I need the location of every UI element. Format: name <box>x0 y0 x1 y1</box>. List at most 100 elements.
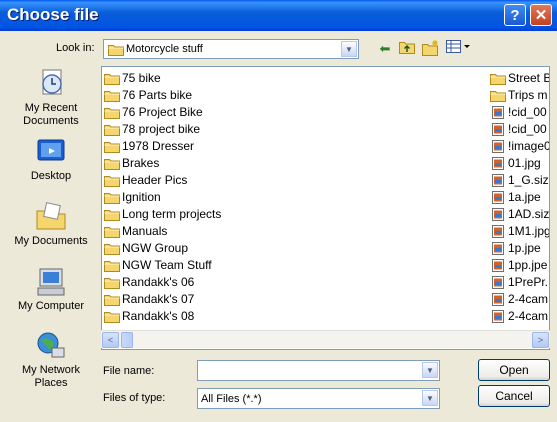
folder-icon <box>104 293 120 306</box>
list-item[interactable]: 1PrePr. <box>490 274 549 291</box>
new-folder-icon[interactable] <box>422 40 440 58</box>
list-item[interactable]: 76 Project Bike <box>104 104 484 121</box>
image-file-icon <box>490 191 506 204</box>
back-arrow-icon[interactable]: ⬅ <box>376 40 394 58</box>
folder-icon <box>104 208 120 221</box>
folder-icon <box>104 242 120 255</box>
image-file-icon <box>490 225 506 238</box>
list-item[interactable]: Randakk's 06 <box>104 274 484 291</box>
chevron-down-icon[interactable]: ▼ <box>422 362 438 378</box>
open-button[interactable]: Open <box>478 359 550 381</box>
folder-icon <box>104 72 120 85</box>
place-desktop[interactable]: Desktop <box>6 136 96 183</box>
title-bar[interactable]: Choose file ? ✕ <box>0 0 557 31</box>
folder-icon <box>104 123 120 136</box>
list-item[interactable]: Header Pics <box>104 172 484 189</box>
file-list-column: Street B Trips m !cid_00 !cid_00 !image0… <box>490 70 549 325</box>
view-menu-icon[interactable] <box>446 40 472 58</box>
scroll-thumb[interactable] <box>121 332 133 348</box>
list-item[interactable]: Ignition <box>104 189 484 206</box>
folder-icon <box>490 72 506 85</box>
image-file-icon <box>490 259 506 272</box>
place-my-computer[interactable]: My Computer <box>6 266 96 313</box>
chevron-down-icon[interactable]: ▼ <box>422 390 438 406</box>
folder-icon <box>104 225 120 238</box>
my-documents-icon <box>36 202 66 230</box>
list-item[interactable]: Trips m <box>490 87 549 104</box>
place-label: Desktop <box>30 170 72 182</box>
horizontal-scrollbar[interactable]: < > <box>101 330 550 348</box>
list-item[interactable]: 1M1.jpg <box>490 223 549 240</box>
folder-icon <box>104 174 120 187</box>
folder-icon <box>104 157 120 170</box>
desktop-icon <box>37 139 65 161</box>
scroll-right-button[interactable]: > <box>532 332 549 348</box>
place-label: My Network Places <box>21 364 81 389</box>
cancel-button[interactable]: Cancel <box>478 385 550 407</box>
place-my-documents[interactable]: My Documents <box>6 201 96 248</box>
list-item[interactable]: 2-4cam <box>490 308 549 325</box>
list-item[interactable]: 1pp.jpe <box>490 257 549 274</box>
list-item[interactable]: 76 Parts bike <box>104 87 484 104</box>
list-item[interactable]: !image0 <box>490 138 549 155</box>
folder-icon <box>104 276 120 289</box>
place-label: My Computer <box>17 300 85 312</box>
list-item[interactable]: 1a.jpe <box>490 189 549 206</box>
image-file-icon <box>490 293 506 306</box>
file-name-label: File name: <box>103 365 155 377</box>
list-item[interactable]: Street B <box>490 70 549 87</box>
look-in-value: Motorcycle stuff <box>126 43 203 55</box>
list-item[interactable]: Long term projects <box>104 206 484 223</box>
places-bar: My Recent Documents Desktop My Documents… <box>6 64 96 404</box>
list-item[interactable]: !cid_00 <box>490 104 549 121</box>
image-file-icon <box>490 276 506 289</box>
list-item[interactable]: 01.jpg <box>490 155 549 172</box>
image-file-icon <box>490 140 506 153</box>
list-item[interactable]: !cid_00 <box>490 121 549 138</box>
list-item[interactable]: 78 project bike <box>104 121 484 138</box>
list-item[interactable]: 1_G.size <box>490 172 549 189</box>
place-label: My Recent Documents <box>23 102 79 127</box>
list-item[interactable]: 1978 Dresser <box>104 138 484 155</box>
list-item[interactable]: Manuals <box>104 223 484 240</box>
list-item[interactable]: Brakes <box>104 155 484 172</box>
chevron-down-icon[interactable]: ▼ <box>341 41 357 57</box>
folder-icon <box>104 106 120 119</box>
image-file-icon <box>490 123 506 136</box>
place-label: My Documents <box>14 235 88 247</box>
list-item[interactable]: 1AD.siz <box>490 206 549 223</box>
list-item[interactable]: 2-4cam <box>490 291 549 308</box>
folder-icon <box>104 140 120 153</box>
dialog-title: Choose file <box>7 5 99 24</box>
folder-icon <box>490 89 506 102</box>
scroll-left-button[interactable]: < <box>102 332 119 348</box>
folder-icon <box>104 89 120 102</box>
image-file-icon <box>490 242 506 255</box>
look-in-label: Look in: <box>56 42 95 54</box>
file-name-field[interactable]: ▼ <box>197 360 440 381</box>
place-network-places[interactable]: My Network Places <box>6 330 96 390</box>
folder-icon <box>104 191 120 204</box>
network-places-icon <box>37 332 65 358</box>
folder-icon <box>108 43 124 56</box>
list-item[interactable]: NGW Group <box>104 240 484 257</box>
close-button[interactable]: ✕ <box>530 4 552 26</box>
list-item[interactable]: 75 bike <box>104 70 484 87</box>
recent-documents-icon <box>42 69 62 95</box>
list-item[interactable]: 1p.jpe <box>490 240 549 257</box>
up-one-level-icon[interactable] <box>398 40 416 58</box>
file-list[interactable]: 75 bike 76 Parts bike 76 Project Bike 78… <box>101 66 550 350</box>
list-item[interactable]: Randakk's 07 <box>104 291 484 308</box>
look-in-dropdown[interactable]: Motorcycle stuff ▼ <box>103 39 359 59</box>
image-file-icon <box>490 174 506 187</box>
help-button[interactable]: ? <box>504 4 526 26</box>
my-computer-icon <box>37 268 65 296</box>
list-item[interactable]: NGW Team Stuff <box>104 257 484 274</box>
file-type-dropdown[interactable]: All Files (*.*) ▼ <box>197 388 440 409</box>
list-item[interactable]: Randakk's 08 <box>104 308 484 325</box>
folder-icon <box>104 259 120 272</box>
place-recent-documents[interactable]: My Recent Documents <box>6 68 96 128</box>
file-type-value: All Files (*.*) <box>201 393 262 405</box>
image-file-icon <box>490 310 506 323</box>
image-file-icon <box>490 157 506 170</box>
